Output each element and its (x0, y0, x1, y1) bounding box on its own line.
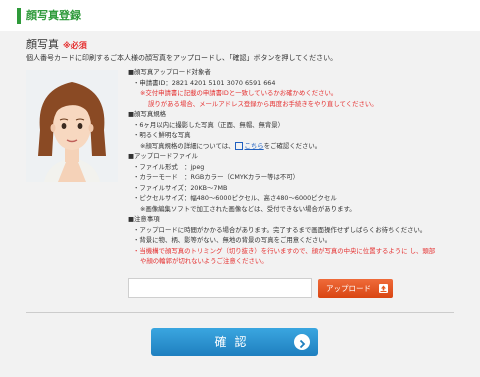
id-warning-2: 誤りがある場合、メールアドレス登録から再度お手続きをやり直してください。 (148, 99, 378, 108)
spec-detail-prefix: ※顔写真規格の詳細については、 (140, 141, 235, 150)
file-heading: ■アップロードファイル (128, 152, 198, 160)
upload-button[interactable]: アップロード (318, 279, 393, 298)
target-heading: ■顔写真アップロード対象者 (128, 68, 211, 76)
sample-face-illustration (26, 70, 118, 182)
spec-detail-suffix: をご確認ください。 (263, 141, 322, 150)
note-3: ・当機構で顔写真のトリミング（切り抜き）を行いますので、顔が写真の中央に位置する… (133, 246, 436, 255)
section-title: 顔写真 ※必須 (26, 38, 87, 53)
file-color-mode: ・カラーモード ：RGBカラー（CMYKカラー等は不可） (133, 173, 300, 181)
spec-detail: ※顔写真規格の詳細については、 こちらをご確認ください。 (128, 141, 468, 152)
note-2: ・背景に物、柄、影等がない、無地の背景の写真をご用意ください。 (133, 236, 332, 244)
file-pixel-size: ・ピクセルサイズ：幅480〜6000ピクセル、高さ480〜6000ピクセル (133, 194, 337, 202)
sample-photo (26, 70, 118, 182)
divider (26, 312, 454, 313)
notes-heading: ■注意事項 (128, 215, 160, 223)
upload-icon (379, 284, 388, 293)
file-name-field[interactable] (128, 278, 312, 298)
section-title-text: 顔写真 (26, 38, 59, 51)
file-note: ※画像編集ソフトで加工された画像などは、受付できない場合があります。 (140, 204, 356, 213)
page-title: 顔写真登録 (26, 9, 81, 22)
confirm-button-label: 確認 (214, 335, 255, 349)
spec-item-1: ・6ヶ月以内に撮影した写真（正面、無帽、無背景） (133, 120, 285, 129)
id-warning-1: ※交付申請書に記載の申請書IDと一致しているかお確かめください。 (140, 89, 338, 97)
applicant-id: ・申請書ID：2821 4201 5101 3070 6591 664 (133, 78, 276, 87)
file-size: ・ファイルサイズ：20KB〜7MB (133, 183, 228, 192)
photo-requirements: ■顔写真アップロード対象者 ・申請書ID：2821 4201 5101 3070… (128, 67, 468, 267)
spec-heading: ■顔写真規格 (128, 110, 166, 118)
required-badge: ※必須 (63, 41, 87, 50)
spec-item-2: ・明るく鮮明な写真 (133, 131, 191, 139)
note-1: ・アップロードに時間がかかる場合があります。完了するまで画面操作せずしばらくお待… (133, 225, 427, 234)
external-link-icon (234, 141, 243, 150)
confirm-button[interactable]: 確認 (151, 328, 318, 356)
page-header: 顔写真登録 (0, 0, 480, 31)
header-accent-bar (17, 8, 21, 24)
chevron-right-icon (294, 334, 310, 350)
spec-detail-link[interactable]: こちら (245, 142, 264, 150)
intro-text: 個人番号カードに印刷するご本人様の顔写真をアップロードし、「確認」ボタンを押して… (26, 54, 338, 62)
upload-button-label: アップロード (326, 284, 371, 293)
note-4: や顔の輪郭が切れないようご注意ください。 (140, 257, 268, 265)
file-format: ・ファイル形式 ：jpeg (133, 162, 205, 171)
